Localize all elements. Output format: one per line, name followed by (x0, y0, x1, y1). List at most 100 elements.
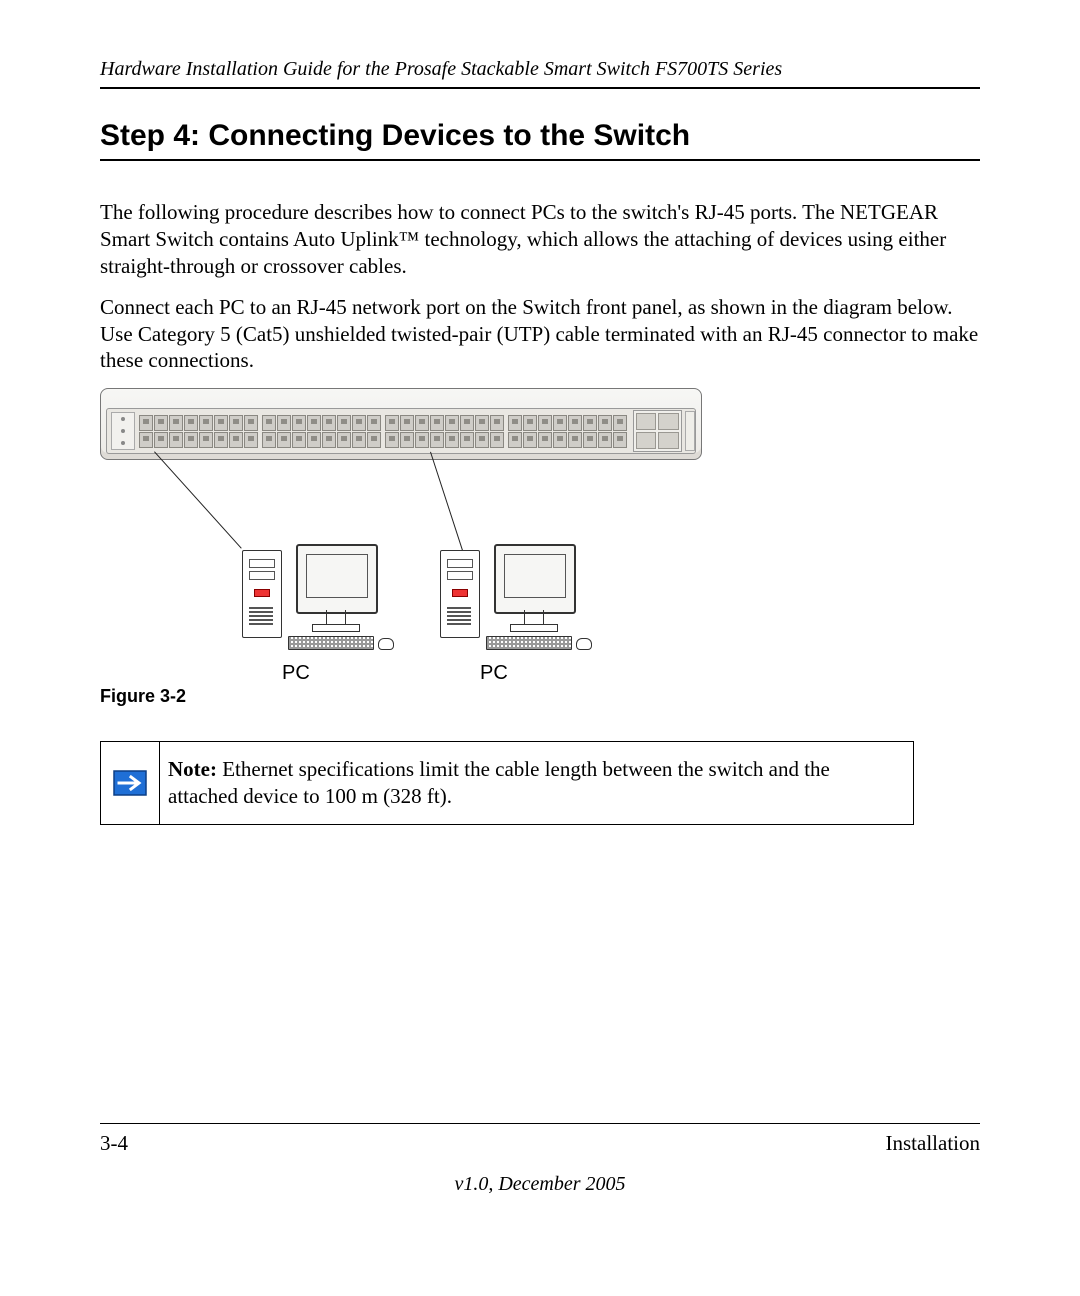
keyboard-icon (288, 636, 374, 650)
rj45-port-pair (154, 415, 168, 448)
footer-row: 3-4 Installation (100, 1131, 980, 1156)
rj45-port-pair (244, 415, 258, 448)
section-heading: Step 4: Connecting Devices to the Switch (100, 119, 980, 153)
ethernet-cable-icon (430, 452, 467, 565)
pc-label: PC (282, 662, 310, 685)
rj45-port-pair (568, 415, 582, 448)
body-paragraph-1: The following procedure describes how to… (100, 199, 980, 280)
rj45-port-pair (415, 415, 429, 448)
rj45-port-icon (307, 415, 321, 431)
rj45-port-icon (568, 415, 582, 431)
pc-tower-icon (242, 550, 282, 638)
rj45-port-pair (352, 415, 366, 448)
rj45-port-icon (199, 432, 213, 448)
rj45-port-icon (583, 415, 597, 431)
footer-rule (100, 1123, 980, 1124)
switch-diagram: NETGEAR (100, 388, 710, 668)
rj45-port-icon (169, 415, 183, 431)
rj45-port-pair (445, 415, 459, 448)
rj45-port-icon (613, 415, 627, 431)
rj45-port-icon (508, 415, 522, 431)
rj45-port-icon (415, 432, 429, 448)
rj45-port-icon (523, 432, 537, 448)
rj45-port-pair (460, 415, 474, 448)
rj45-port-icon (244, 432, 258, 448)
rj45-port-icon (139, 432, 153, 448)
rj45-port-icon (154, 432, 168, 448)
rj45-port-group (508, 415, 627, 448)
rj45-port-icon (400, 415, 414, 431)
rj45-port-icon (445, 432, 459, 448)
rj45-port-icon (277, 415, 291, 431)
rj45-port-icon (613, 432, 627, 448)
rj45-port-icon (460, 432, 474, 448)
rj45-port-icon (490, 432, 504, 448)
rj45-port-pair (385, 415, 399, 448)
rj45-port-pair (553, 415, 567, 448)
heading-rule (100, 159, 980, 161)
rj45-port-pair (583, 415, 597, 448)
rj45-port-icon (262, 432, 276, 448)
pc-monitor-icon (296, 544, 378, 614)
rj45-port-pair (262, 415, 276, 448)
switch-faceplate (106, 408, 696, 454)
keyboard-icon (486, 636, 572, 650)
rj45-port-pair (184, 415, 198, 448)
document-page: Hardware Installation Guide for the Pros… (0, 0, 1080, 1296)
ethernet-cable-icon (154, 452, 242, 549)
note-text: Note: Ethernet specifications limit the … (160, 742, 913, 824)
rj45-port-icon (154, 415, 168, 431)
rj45-port-icon (598, 432, 612, 448)
note-label: Note: (168, 757, 217, 781)
rj45-port-pair (430, 415, 444, 448)
rj45-port-icon (385, 432, 399, 448)
pc-label: PC (480, 662, 508, 685)
rj45-port-icon (475, 415, 489, 431)
rj45-port-icon (292, 415, 306, 431)
arrow-right-icon (113, 770, 147, 796)
rj45-port-pair (367, 415, 381, 448)
rj45-port-icon (214, 415, 228, 431)
rj45-port-icon (184, 432, 198, 448)
rj45-port-icon (214, 432, 228, 448)
rj45-port-icon (475, 432, 489, 448)
rj45-port-pair (229, 415, 243, 448)
note-callout: Note: Ethernet specifications limit the … (100, 741, 914, 825)
rj45-port-pair (199, 415, 213, 448)
rj45-port-icon (553, 432, 567, 448)
rj45-port-icon (490, 415, 504, 431)
footer-section-name: Installation (886, 1131, 980, 1156)
rj45-port-pair (508, 415, 522, 448)
rj45-port-pair (598, 415, 612, 448)
body-paragraph-2: Connect each PC to an RJ-45 network port… (100, 294, 980, 375)
rj45-port-pair (400, 415, 414, 448)
footer-page-number: 3-4 (100, 1131, 128, 1156)
rj45-port-icon (169, 432, 183, 448)
rj45-port-pair (277, 415, 291, 448)
rj45-port-icon (322, 415, 336, 431)
rj45-port-icon (538, 415, 552, 431)
running-header: Hardware Installation Guide for the Pros… (100, 58, 980, 81)
rj45-port-icon (460, 415, 474, 431)
rj45-port-pair (523, 415, 537, 448)
figure-3-2: NETGEAR (100, 388, 710, 707)
rj45-port-pair (169, 415, 183, 448)
sfp-uplink-block (633, 410, 681, 452)
rj45-port-icon (352, 415, 366, 431)
rj45-port-icon (229, 415, 243, 431)
pc-tower-icon (440, 550, 480, 638)
rj45-port-icon (553, 415, 567, 431)
rj45-port-icon (568, 432, 582, 448)
rj45-port-icon (184, 415, 198, 431)
status-led-block (111, 412, 135, 450)
rj45-port-icon (244, 415, 258, 431)
rj45-port-pair (214, 415, 228, 448)
rj45-port-group (139, 415, 258, 448)
rj45-port-icon (229, 432, 243, 448)
rj45-port-icon (415, 415, 429, 431)
rj45-port-icon (400, 432, 414, 448)
rj45-port-icon (538, 432, 552, 448)
rj45-port-icon (139, 415, 153, 431)
note-body: Ethernet specifications limit the cable … (168, 757, 830, 808)
rj45-port-icon (352, 432, 366, 448)
